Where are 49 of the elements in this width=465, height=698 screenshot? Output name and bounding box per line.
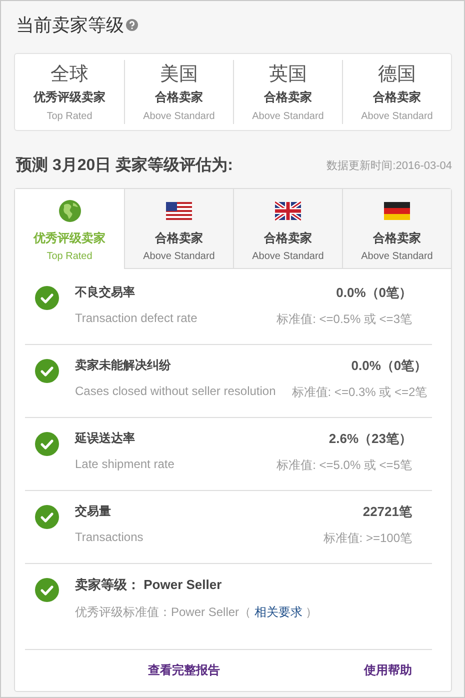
level-label: 合格卖家 xyxy=(373,89,421,106)
metric-description: Late shipment rate xyxy=(75,457,176,471)
standard-value: 标准值: <=0.3% 或 <=2笔 xyxy=(292,384,428,401)
check-icon xyxy=(35,505,59,529)
metric-name: 卖家未能解决纠纷 xyxy=(75,357,172,374)
level-english: Above Standard xyxy=(143,111,215,122)
region-name: 德国 xyxy=(378,63,416,87)
region-tab[interactable]: 合格卖家 Above Standard xyxy=(233,189,342,269)
page-title: 当前卖家等级 xyxy=(16,14,124,37)
seller-level: 卖家等级： Power Seller xyxy=(75,576,223,594)
level-english: Above Standard xyxy=(361,111,433,122)
region-name: 美国 xyxy=(160,62,198,87)
metric-value: 0.0%（0笔） xyxy=(351,357,428,375)
region-name: 英国 xyxy=(269,63,307,87)
flag-icon xyxy=(275,199,301,223)
standard-value: 标准值: <=0.5% 或 <=3笔 xyxy=(276,311,412,328)
metric-description: Transactions xyxy=(75,530,144,544)
help-icon[interactable] xyxy=(126,19,138,31)
standard-value: 标准值: >=100笔 xyxy=(323,530,412,547)
requirements-link[interactable]: 相关要求 xyxy=(254,605,302,619)
region-tab[interactable]: 合格卖家 Above Standard xyxy=(342,189,451,269)
level-standard: 优秀评级标准值：Power Seller（ 相关要求 ） xyxy=(75,604,319,621)
region-tab[interactable]: 合格卖家 Above Standard xyxy=(124,189,233,269)
flag-icon xyxy=(384,199,410,223)
flag-icon xyxy=(166,199,192,223)
check-icon xyxy=(35,286,59,310)
metric-name: 延误送达率 xyxy=(75,430,136,447)
region-name: 全球 xyxy=(50,63,88,87)
forecast-title: 预测 3月20日 卖家等级评估为: xyxy=(16,155,233,176)
globe-icon xyxy=(58,199,82,223)
level-label: 优秀评级卖家 xyxy=(34,89,106,106)
metric-name: 交易量 xyxy=(75,503,112,520)
level-label: 合格卖家 xyxy=(264,89,312,106)
check-icon xyxy=(35,578,59,602)
help-link[interactable]: 使用帮助 xyxy=(364,662,412,679)
check-icon xyxy=(35,359,59,383)
metric-value: 2.6%（23笔） xyxy=(328,430,412,448)
level-english: Top Rated xyxy=(46,111,92,122)
metric-description: Transaction defect rate xyxy=(75,311,198,325)
metric-description: Cases closed without seller resolution xyxy=(75,384,276,398)
level-label: 合格卖家 xyxy=(155,89,203,106)
update-time: 数据更新时间:2016-03-04 xyxy=(326,158,452,173)
check-icon xyxy=(35,432,59,456)
report-link[interactable]: 查看完整报告 xyxy=(148,662,220,679)
level-english: Above Standard xyxy=(252,111,324,122)
metric-value: 0.0%（0笔） xyxy=(336,284,412,302)
metric-name: 不良交易率 xyxy=(75,284,136,301)
metric-value: 22721笔 xyxy=(362,503,412,521)
standard-value: 标准值: <=5.0% 或 <=5笔 xyxy=(276,457,412,474)
